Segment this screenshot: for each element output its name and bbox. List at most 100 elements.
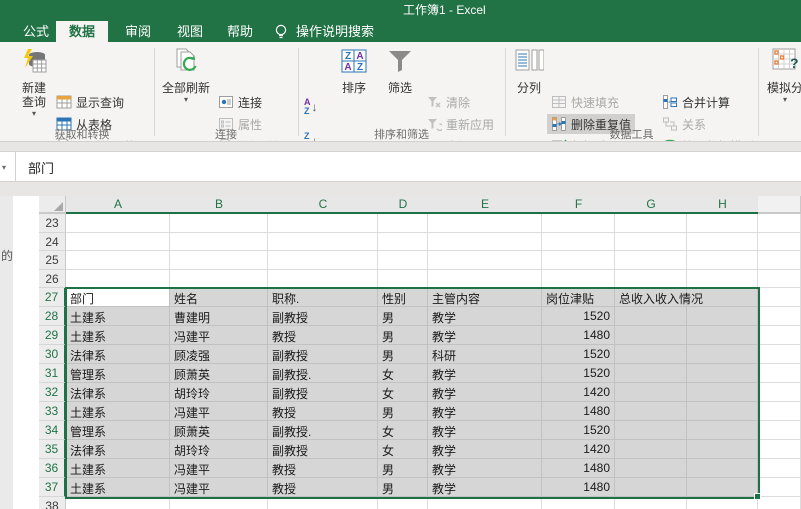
- cell-C23[interactable]: [268, 214, 378, 233]
- cell-B27[interactable]: 姓名: [170, 288, 268, 307]
- cell-B32[interactable]: 胡玲玲: [170, 383, 268, 402]
- cell-C27[interactable]: 职称.: [268, 288, 378, 307]
- cell-E23[interactable]: [428, 214, 542, 233]
- cell-I34[interactable]: [758, 421, 801, 440]
- cell-E38[interactable]: [428, 497, 542, 509]
- cell-A27[interactable]: 部门: [66, 288, 170, 307]
- cell-C35[interactable]: 副教授: [268, 440, 378, 459]
- cell-I36[interactable]: [758, 459, 801, 478]
- cell-I37[interactable]: [758, 478, 801, 497]
- cell-A25[interactable]: [66, 251, 170, 270]
- cell-B30[interactable]: 顾凌强: [170, 345, 268, 364]
- cell-B29[interactable]: 冯建平: [170, 326, 268, 345]
- cell-I31[interactable]: [758, 364, 801, 383]
- cell-D28[interactable]: 男: [378, 307, 428, 326]
- cell-E26[interactable]: [428, 269, 542, 288]
- cell-D32[interactable]: 女: [378, 383, 428, 402]
- cell-B37[interactable]: 冯建平: [170, 478, 268, 497]
- cell-E25[interactable]: [428, 251, 542, 270]
- cell-H31[interactable]: [687, 364, 758, 383]
- name-box-caret[interactable]: ▾: [0, 152, 16, 181]
- cell-E30[interactable]: 科研: [428, 345, 542, 364]
- column-header-C[interactable]: C: [268, 196, 379, 214]
- cell-E37[interactable]: 教学: [428, 478, 542, 497]
- cell-D38[interactable]: [378, 497, 428, 509]
- cell-C32[interactable]: 副教授: [268, 383, 378, 402]
- cell-E31[interactable]: 教学: [428, 364, 542, 383]
- what-if-analysis-button[interactable]: ? 模拟分 ▾: [763, 47, 801, 137]
- cell-C31[interactable]: 副教授.: [268, 364, 378, 383]
- cell-H36[interactable]: [687, 459, 758, 478]
- cell-B38[interactable]: [170, 497, 268, 509]
- row-header-25[interactable]: 25: [39, 251, 66, 270]
- cell-D31[interactable]: 女: [378, 364, 428, 383]
- cell-H28[interactable]: [687, 307, 758, 326]
- cell-D26[interactable]: [378, 269, 428, 288]
- cell-A38[interactable]: [66, 497, 170, 509]
- row-header-30[interactable]: 30: [39, 345, 66, 364]
- cell-C29[interactable]: 教授: [268, 326, 378, 345]
- cell-F33[interactable]: 1480: [542, 402, 615, 421]
- cell-H34[interactable]: [687, 421, 758, 440]
- cell-I27[interactable]: [758, 288, 801, 307]
- cell-D24[interactable]: [378, 232, 428, 251]
- cell-H35[interactable]: [687, 440, 758, 459]
- cell-G32[interactable]: [615, 383, 687, 402]
- tab-review[interactable]: 审阅: [116, 21, 160, 42]
- cell-E24[interactable]: [428, 232, 542, 251]
- cell-A24[interactable]: [66, 232, 170, 251]
- cell-H23[interactable]: [687, 214, 758, 233]
- cell-F36[interactable]: 1480: [542, 459, 615, 478]
- cell-F34[interactable]: 1520: [542, 421, 615, 440]
- cell-G30[interactable]: [615, 345, 687, 364]
- tab-data[interactable]: 数据: [56, 21, 108, 42]
- show-queries-button[interactable]: 显示查询: [56, 92, 124, 112]
- cell-C36[interactable]: 教授: [268, 459, 378, 478]
- cell-F23[interactable]: [542, 214, 615, 233]
- cell-E33[interactable]: 教学: [428, 402, 542, 421]
- cell-I30[interactable]: [758, 345, 801, 364]
- cell-F30[interactable]: 1520: [542, 345, 615, 364]
- cell-D35[interactable]: 女: [378, 440, 428, 459]
- clear-filter-button[interactable]: 清除: [426, 92, 470, 112]
- cell-C28[interactable]: 副教授: [268, 307, 378, 326]
- cell-D30[interactable]: 男: [378, 345, 428, 364]
- row-header-27[interactable]: 27: [39, 288, 66, 307]
- cell-D29[interactable]: 男: [378, 326, 428, 345]
- row-header-37[interactable]: 37: [39, 478, 66, 497]
- cell-F25[interactable]: [542, 251, 615, 270]
- cell-F28[interactable]: 1520: [542, 307, 615, 326]
- row-header-34[interactable]: 34: [39, 421, 66, 440]
- cell-A26[interactable]: [66, 269, 170, 288]
- fill-handle[interactable]: [754, 493, 761, 500]
- row-header-33[interactable]: 33: [39, 402, 66, 421]
- cell-I28[interactable]: [758, 307, 801, 326]
- column-header-F[interactable]: F: [542, 196, 616, 214]
- column-header-E[interactable]: E: [428, 196, 543, 214]
- cell-I24[interactable]: [758, 232, 801, 251]
- cell-H33[interactable]: [687, 402, 758, 421]
- filter-button[interactable]: 筛选: [380, 47, 420, 137]
- cell-I33[interactable]: [758, 402, 801, 421]
- cell-I35[interactable]: [758, 440, 801, 459]
- tell-me-search[interactable]: 操作说明搜索: [296, 21, 374, 42]
- cell-B33[interactable]: 冯建平: [170, 402, 268, 421]
- cell-G28[interactable]: [615, 307, 687, 326]
- cell-A36[interactable]: 土建系: [66, 459, 170, 478]
- cell-H24[interactable]: [687, 232, 758, 251]
- cell-G35[interactable]: [615, 440, 687, 459]
- cell-E28[interactable]: 教学: [428, 307, 542, 326]
- cell-C33[interactable]: 教授: [268, 402, 378, 421]
- row-header-26[interactable]: 26: [39, 269, 66, 288]
- row-header-36[interactable]: 36: [39, 459, 66, 478]
- cell-C25[interactable]: [268, 251, 378, 270]
- row-header-29[interactable]: 29: [39, 326, 66, 345]
- cell-G27[interactable]: 总收入收入情况: [615, 288, 703, 307]
- row-header-38[interactable]: 38: [39, 497, 66, 509]
- formula-bar-value[interactable]: 部门: [28, 158, 54, 177]
- cell-C26[interactable]: [268, 269, 378, 288]
- cell-B24[interactable]: [170, 232, 268, 251]
- cell-E34[interactable]: 教学: [428, 421, 542, 440]
- cell-B35[interactable]: 胡玲玲: [170, 440, 268, 459]
- flash-fill-button[interactable]: 快速填充: [551, 92, 619, 112]
